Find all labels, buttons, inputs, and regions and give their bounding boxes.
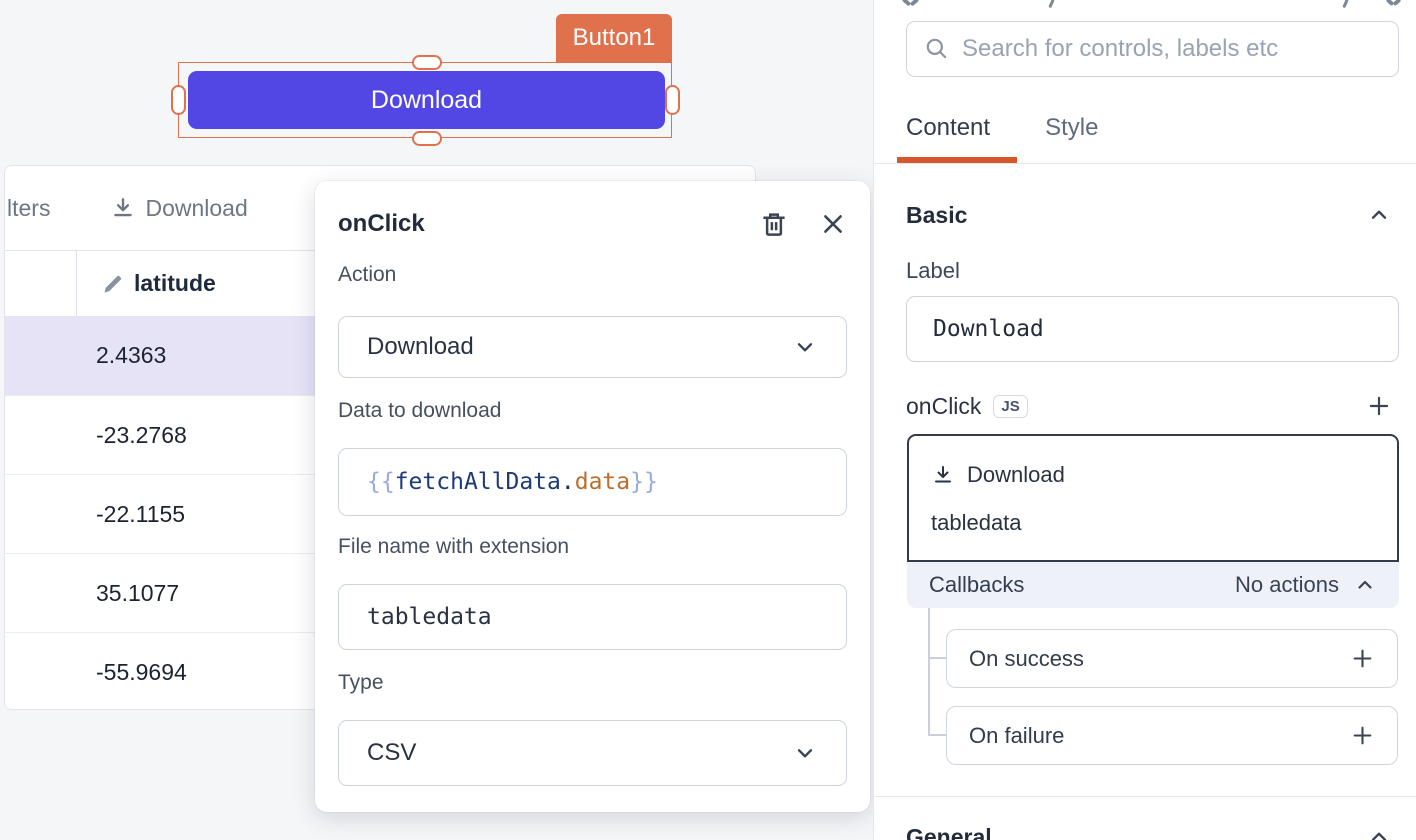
label-input-value: Download <box>933 316 1044 342</box>
callbacks-toggle[interactable]: Callbacks No actions <box>907 562 1399 608</box>
code-expression: {{fetchAllData.data}} <box>367 469 658 495</box>
chevron-down-icon <box>792 334 818 360</box>
action-select[interactable]: Download <box>338 316 847 378</box>
cell-latitude: -55.9694 <box>96 659 187 686</box>
download-icon <box>110 195 136 221</box>
chevron-up-icon <box>1366 824 1392 840</box>
data-field-label: Data to download <box>338 399 501 423</box>
action-select-value: Download <box>367 333 474 361</box>
callback-tree-elbow <box>928 657 946 659</box>
search-input[interactable] <box>962 35 1381 63</box>
type-field-label: Type <box>338 671 384 695</box>
chevron-up-icon <box>1366 202 1392 228</box>
close-popup-button[interactable] <box>819 210 847 238</box>
on-failure-label: On failure <box>969 723 1064 749</box>
clipped-header-fragment <box>910 0 919 6</box>
add-on-success-button[interactable] <box>1350 646 1375 671</box>
panel-tabs: Content Style <box>906 100 1098 156</box>
filters-label: lters <box>7 195 50 222</box>
chevron-up-icon <box>1353 573 1377 597</box>
column-header-label: latitude <box>134 270 216 297</box>
download-icon <box>931 463 955 487</box>
plus-icon <box>1350 723 1375 748</box>
widget-name-tag[interactable]: Button1 <box>556 14 672 62</box>
type-select-value: CSV <box>367 739 416 767</box>
label-input[interactable]: Download <box>906 296 1399 362</box>
section-general[interactable]: General <box>906 822 1392 840</box>
plus-icon <box>1350 646 1375 671</box>
close-icon <box>819 210 847 238</box>
clipped-header-fragment <box>1342 0 1348 8</box>
delete-action-button[interactable] <box>759 208 789 240</box>
resize-handle-bottom[interactable] <box>412 131 442 146</box>
on-success-label: On success <box>969 646 1084 672</box>
section-general-title: General <box>906 824 992 840</box>
code-property: data <box>575 469 630 495</box>
cell-latitude: -23.2768 <box>96 422 187 449</box>
action-field-label: Action <box>338 263 396 287</box>
widget-name-label: Button1 <box>573 24 656 52</box>
property-panel: Content Style Basic Label Download onCli… <box>873 0 1416 840</box>
add-on-failure-button[interactable] <box>1350 723 1375 748</box>
table-download-button[interactable]: Download <box>110 195 247 222</box>
popup-header: onClick <box>338 206 847 242</box>
code-close-braces: }} <box>630 469 658 495</box>
button-widget-label: Download <box>371 86 482 115</box>
chevron-down-icon <box>792 740 818 766</box>
resize-handle-left[interactable] <box>171 85 186 115</box>
filename-field-label: File name with extension <box>338 535 569 559</box>
add-onclick-action-button[interactable] <box>1366 393 1392 419</box>
trash-icon <box>759 208 789 240</box>
section-basic-title: Basic <box>906 202 967 229</box>
plus-icon <box>1366 393 1392 419</box>
js-toggle-badge[interactable]: JS <box>993 395 1027 418</box>
search-icon <box>924 36 950 62</box>
onclick-property-row: onClick JS <box>906 390 1392 422</box>
cell-latitude: -22.1155 <box>96 501 185 528</box>
clipped-header-fragment <box>1048 0 1054 8</box>
callback-tree-elbow <box>928 734 946 736</box>
resize-handle-top[interactable] <box>412 55 442 70</box>
popup-title: onClick <box>338 210 425 238</box>
section-divider <box>874 796 1416 797</box>
code-entity: fetchAllData <box>395 469 561 495</box>
tab-style[interactable]: Style <box>1045 100 1098 156</box>
section-basic[interactable]: Basic <box>906 200 1392 230</box>
cell-latitude: 2.4363 <box>96 342 166 369</box>
download-button-widget[interactable]: Download <box>188 71 665 129</box>
callback-tree-line <box>928 608 930 735</box>
panel-search <box>906 21 1399 77</box>
onclick-property-label: onClick <box>906 393 981 420</box>
on-failure-row[interactable]: On failure <box>946 706 1398 765</box>
onclick-popup: onClick Action Download Data to download… <box>315 181 870 812</box>
onclick-action-card[interactable]: Download tabledata <box>907 434 1399 562</box>
tabs-divider <box>874 163 1416 164</box>
filename-value: tabledata <box>367 604 492 630</box>
callbacks-label: Callbacks <box>929 572 1024 598</box>
download-label: Download <box>145 195 247 222</box>
resize-handle-right[interactable] <box>665 85 680 115</box>
filename-input[interactable]: tabledata <box>338 584 847 650</box>
clipped-header-fragment <box>1393 0 1402 6</box>
code-open-braces: {{ <box>367 469 395 495</box>
cell-latitude: 35.1077 <box>96 580 179 607</box>
code-dot: . <box>561 469 575 495</box>
callbacks-status: No actions <box>1235 572 1339 598</box>
data-to-download-input[interactable]: {{fetchAllData.data}} <box>338 448 847 516</box>
tab-content[interactable]: Content <box>906 100 990 156</box>
label-field-label: Label <box>906 258 960 284</box>
type-select[interactable]: CSV <box>338 720 847 786</box>
table-filters-button[interactable]: lters <box>7 195 50 222</box>
action-card-file: tabledata <box>931 510 1022 536</box>
app-root: lters Download latitude 2.4363 <box>0 0 1416 840</box>
pencil-icon <box>101 272 125 296</box>
action-card-action: Download <box>967 462 1065 488</box>
on-success-row[interactable]: On success <box>946 629 1398 688</box>
